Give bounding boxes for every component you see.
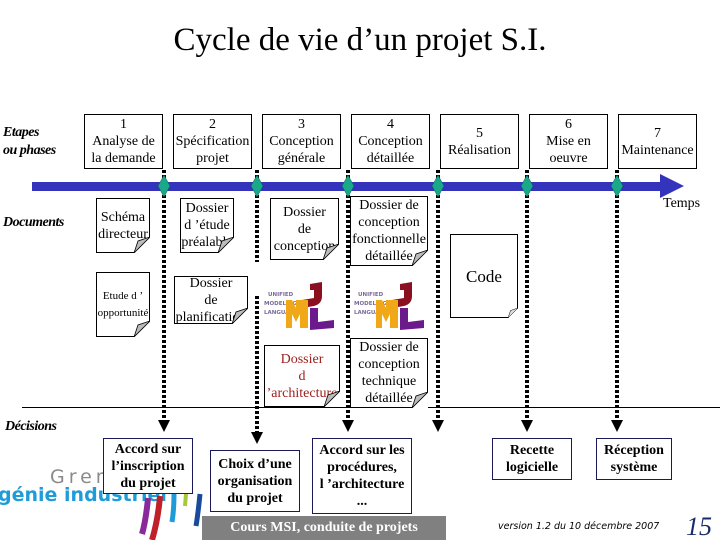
decision-text: ...	[356, 494, 368, 509]
document-text: Schéma	[100, 209, 146, 225]
decision-text: l ’architecture	[319, 477, 405, 492]
decision-box: Accord sur les procédures, l ’architectu…	[312, 438, 412, 514]
document-text: de	[297, 221, 312, 237]
decision-text: organisation	[217, 473, 293, 489]
decision-text: Choix d’une	[218, 456, 292, 472]
document-text: Code	[466, 266, 502, 286]
page-curl-icon	[412, 250, 428, 266]
document-text: Etude d ’	[102, 289, 144, 302]
decision-box: Réception système	[596, 438, 672, 480]
milestone-diamond-icon	[520, 174, 534, 198]
page-curl-icon	[134, 321, 150, 337]
decision-text: Accord sur	[114, 441, 182, 457]
page-curl-icon	[324, 391, 340, 407]
page-curl-icon	[232, 308, 248, 324]
page-curl-icon	[134, 237, 150, 253]
document-card: Dossier d ’étude préalable	[180, 198, 234, 253]
milestone-diamond-icon	[610, 174, 624, 198]
document-card: Dossier de conception technique détaillé…	[350, 338, 428, 408]
decision-text: Réception	[604, 443, 664, 458]
uml-logo-text: UNIFIED	[268, 292, 294, 298]
document-card-code: Code	[450, 234, 518, 318]
document-text: Dossier de	[359, 340, 419, 355]
document-card: Dossier de planification	[174, 275, 248, 325]
document-card: Dossier de conception	[270, 198, 339, 260]
document-text: conception	[358, 215, 420, 230]
decision-text: l’inscription	[111, 458, 185, 474]
institution-logo-stripes	[139, 493, 203, 540]
decision-box: Choix d’une organisation du projet	[210, 450, 300, 512]
decision-text: du projet	[120, 475, 176, 491]
uml-logo: UNIFIED MODELING LANGUAGE	[354, 282, 424, 330]
page-curl-icon	[323, 244, 339, 260]
course-footer: Cours MSI, conduite de projets	[202, 516, 446, 540]
uml-logo: UNIFIED MODELING LANGUAGE	[264, 282, 334, 330]
decision-text: logicielle	[505, 460, 559, 475]
page-curl-icon	[412, 392, 428, 408]
document-text: Dossier	[280, 351, 324, 367]
decision-box: Accord sur l’inscription du projet	[103, 438, 193, 494]
page-curl-icon	[218, 237, 234, 253]
document-card: Etude d ’ opportunité	[96, 272, 150, 337]
version-text: version 1.2 du 10 décembre 2007	[498, 521, 660, 532]
document-text: opportunité	[97, 306, 149, 319]
decision-text: système	[610, 460, 658, 475]
document-card: Dossier de conception fonctionnelle déta…	[350, 196, 428, 266]
decision-text: Recette	[509, 443, 555, 458]
decision-text: du projet	[227, 490, 283, 506]
decision-text: procédures,	[327, 460, 397, 475]
page-number: 15	[686, 512, 712, 541]
decision-text: Accord sur les	[319, 443, 405, 458]
document-text: technique	[361, 374, 417, 389]
document-text: fonctionnelle	[352, 232, 426, 247]
milestone-diamond-icon	[431, 174, 445, 198]
milestone-diamond-icon	[250, 174, 264, 198]
document-text: Dossier de	[359, 198, 419, 213]
document-text: conception	[358, 357, 420, 372]
milestone-diamond-icon	[341, 174, 355, 198]
document-text: Dossier	[283, 204, 326, 220]
document-text: d ’étude	[184, 218, 230, 233]
uml-logo-text: UNIFIED	[358, 292, 384, 298]
milestone-diamond-icon	[157, 174, 171, 198]
page-curl-icon	[508, 308, 518, 318]
document-text: de	[204, 292, 218, 308]
decision-box: Recette logicielle	[492, 438, 572, 480]
document-card-architecture: Dossier d ’architecture	[264, 345, 340, 407]
document-text: Dossier	[185, 201, 229, 216]
document-text: Dossier	[189, 275, 233, 291]
document-card: Schéma directeur	[96, 198, 150, 253]
